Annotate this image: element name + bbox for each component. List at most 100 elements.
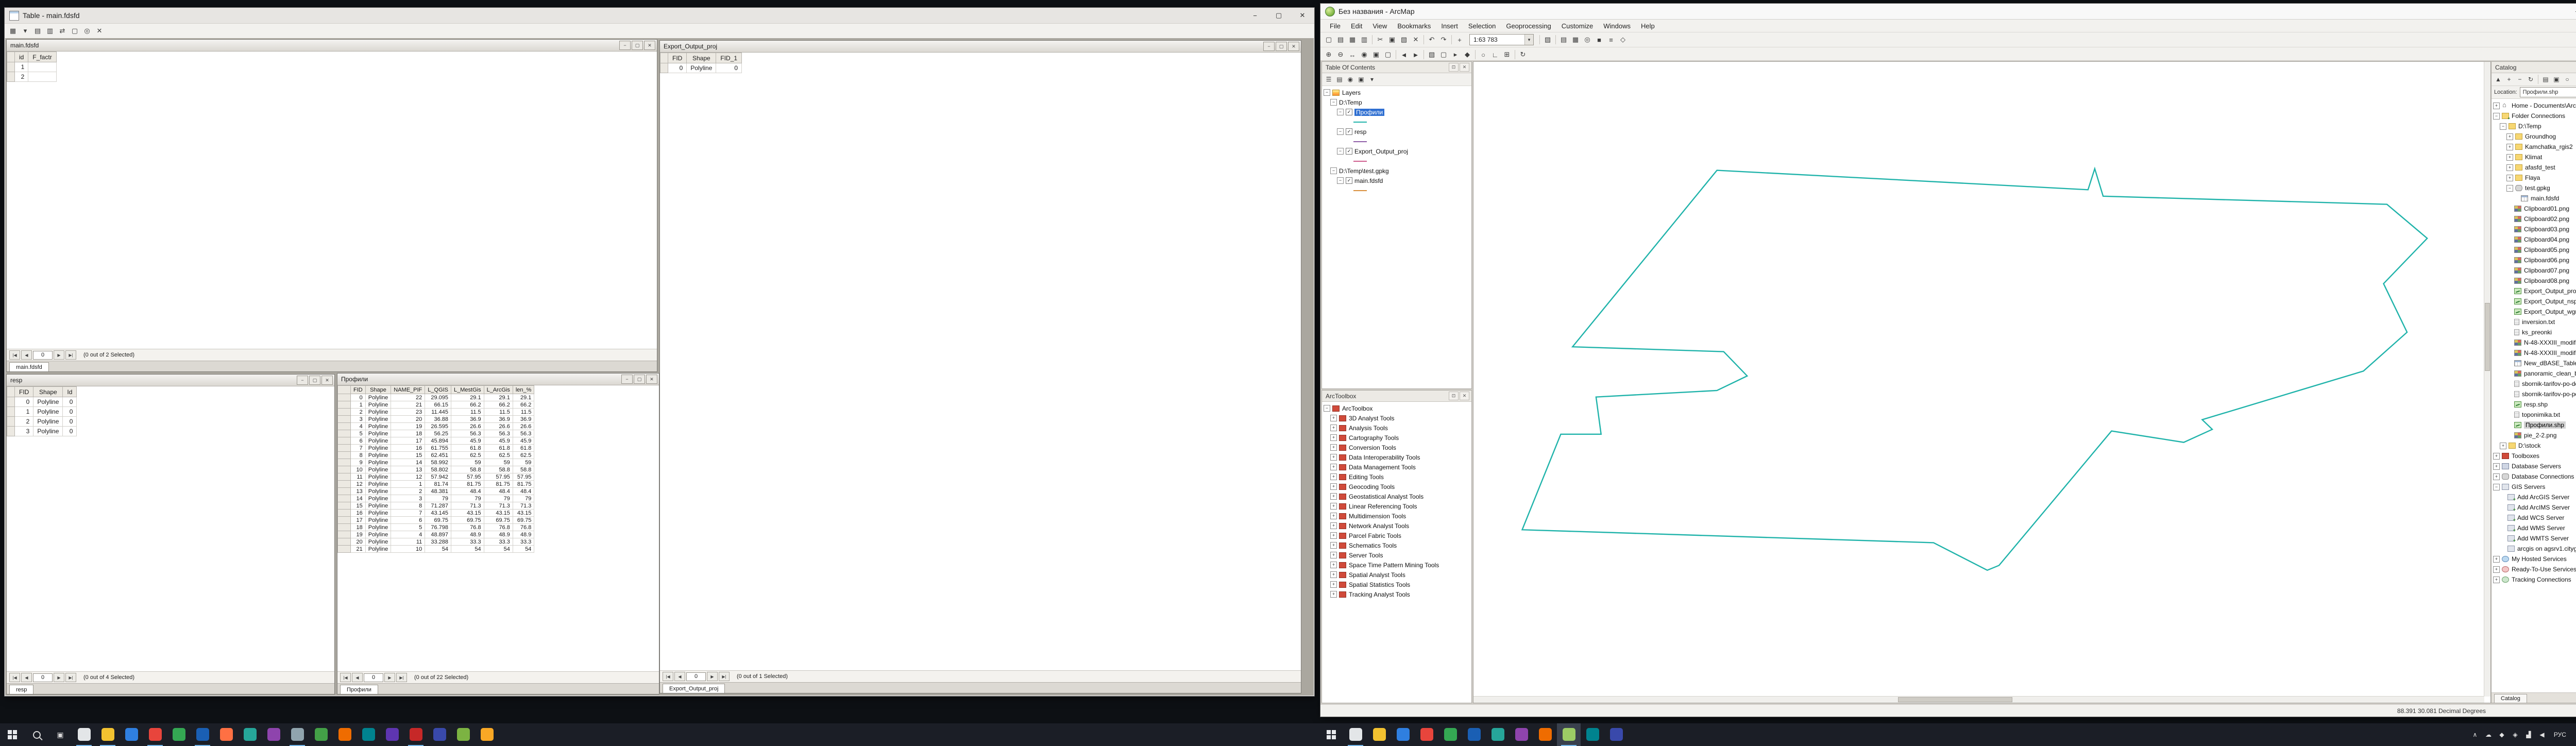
table-cell[interactable]: 7 <box>391 509 426 517</box>
tree-item[interactable]: Clipboard03.png <box>2492 224 2576 234</box>
tree-item[interactable]: − ✓ resp <box>1322 127 1471 137</box>
contents-view-button[interactable]: ▤ <box>2540 74 2551 84</box>
row-selector[interactable] <box>337 422 351 430</box>
pin-icon[interactable]: ⊡ <box>1449 392 1459 400</box>
table-cell[interactable]: 13 <box>391 466 426 473</box>
table-row[interactable]: 9 Polyline 14 58.992 59 59 59 <box>337 459 535 466</box>
table-cell[interactable]: 56.3 <box>483 430 513 437</box>
scrollbar-thumb[interactable] <box>2485 303 2490 371</box>
table-cell[interactable]: 58.8 <box>512 466 535 473</box>
expand-icon[interactable]: + <box>1330 513 1337 519</box>
table-cell[interactable]: 36.9 <box>451 415 484 423</box>
row-selector[interactable] <box>337 437 351 445</box>
table-cell[interactable]: 56.25 <box>425 430 452 437</box>
tree-item[interactable]: pie_2-2.png <box>2492 430 2576 440</box>
select-by-attributes-button[interactable]: ▥ <box>44 25 56 37</box>
tree-item[interactable]: − GIS Servers <box>2492 482 2576 492</box>
layer-visibility-checkbox[interactable]: ✓ <box>1346 109 1352 115</box>
table-cell[interactable]: 11 <box>391 538 426 546</box>
tree-item[interactable]: − D:\Temp <box>2492 121 2576 131</box>
table-cell[interactable]: 81.74 <box>425 480 452 488</box>
table-cell[interactable]: 61.8 <box>512 444 535 452</box>
list-by-source-button[interactable]: ▤ <box>1334 74 1345 84</box>
tree-item[interactable]: + Database Servers <box>2492 461 2576 471</box>
table-row[interactable]: 2 <box>7 72 57 82</box>
expand-icon[interactable]: + <box>1330 542 1337 549</box>
table-cell[interactable]: 14 <box>391 459 426 466</box>
menu-geoprocessing[interactable]: Geoprocessing <box>1501 22 1556 30</box>
layer-visibility-checkbox[interactable]: ✓ <box>1346 148 1352 155</box>
table-cell[interactable]: 62.5 <box>512 451 535 459</box>
table-cell[interactable]: 48.4 <box>483 487 513 495</box>
table-cell[interactable]: 76.8 <box>512 523 535 531</box>
close-icon[interactable]: ✕ <box>1460 63 1469 72</box>
previous-record-button[interactable]: ◀ <box>21 673 32 682</box>
tree-item[interactable]: − test.gpkg <box>2492 183 2576 193</box>
taskbar-app-icon[interactable] <box>191 723 214 746</box>
taskbar-app-icon[interactable] <box>1510 723 1533 746</box>
layer-visibility-checkbox[interactable]: ✓ <box>1346 128 1352 135</box>
tree-item[interactable]: + Spatial Statistics Tools <box>1322 580 1471 589</box>
taskbar-app-icon[interactable] <box>1581 723 1604 746</box>
tree-item[interactable]: Export_Output_nsp.shp <box>2492 296 2576 307</box>
table-cell[interactable]: Polyline <box>365 430 392 437</box>
tree-item[interactable]: Clipboard07.png <box>2492 265 2576 276</box>
table-cell[interactable]: Polyline <box>33 426 63 436</box>
save-button[interactable]: ▦ <box>1347 34 1358 45</box>
table-cell[interactable]: 18 <box>350 523 366 531</box>
tree-item[interactable]: sbornik-tarifov-po-potrebitelskim-kr... <box>2492 389 2576 399</box>
table-cell[interactable]: 29.095 <box>425 394 452 401</box>
table-row[interactable]: 13 Polyline 2 48.381 48.4 48.4 48.4 <box>337 487 535 495</box>
tree-item[interactable]: Clipboard06.png <box>2492 255 2576 265</box>
expand-icon[interactable]: + <box>1330 493 1337 500</box>
table-cell[interactable]: 79 <box>425 495 452 502</box>
table-child-export[interactable]: Export_Output_proj − ▢ ✕ FID Shape FID_1 0… <box>659 40 1301 693</box>
row-selector[interactable] <box>337 401 351 409</box>
tree-item[interactable]: + Network Analyst Tools <box>1322 521 1471 531</box>
table-tab[interactable]: Export_Output_proj <box>663 684 725 693</box>
minimize-button[interactable]: − <box>619 41 631 50</box>
print-button[interactable]: ▥ <box>1359 34 1370 45</box>
zoom-in-button[interactable]: ⊕ <box>1323 49 1334 60</box>
tree-item[interactable]: + Space Time Pattern Mining Tools <box>1322 560 1471 570</box>
table-row[interactable]: 4 Polyline 19 26.595 26.6 26.6 26.6 <box>337 422 535 430</box>
table-cell[interactable]: 76.8 <box>451 523 484 531</box>
row-selector[interactable] <box>337 480 351 488</box>
collapse-icon[interactable]: − <box>2506 184 2513 192</box>
previous-record-button[interactable]: ◀ <box>352 673 363 682</box>
row-selector[interactable] <box>337 523 351 531</box>
expand-icon[interactable]: + <box>1330 552 1337 558</box>
expand-icon[interactable]: + <box>2493 463 2500 470</box>
last-record-button[interactable]: ▶| <box>396 673 407 682</box>
zoom-out-button[interactable]: ⊖ <box>1335 49 1346 60</box>
tree-item[interactable] <box>1322 117 1471 127</box>
table-cell[interactable]: 2 <box>14 72 29 82</box>
table-cell[interactable]: 1 <box>14 62 29 72</box>
table-cell[interactable]: 0 <box>62 397 77 407</box>
tree-item[interactable]: + Spatial Analyst Tools <box>1322 570 1471 580</box>
table-cell[interactable]: 26.6 <box>451 422 484 430</box>
table-cell[interactable]: 69.75 <box>512 516 535 524</box>
expand-icon[interactable]: + <box>1330 415 1337 421</box>
row-selector[interactable] <box>337 502 351 510</box>
close-button[interactable]: ✕ <box>1288 42 1299 51</box>
table-cell[interactable]: 29.1 <box>483 394 513 401</box>
table-cell[interactable]: 1 <box>391 480 426 488</box>
next-record-button[interactable]: ▶ <box>54 350 64 360</box>
expand-icon[interactable]: + <box>2506 133 2513 140</box>
menu-edit[interactable]: Edit <box>1346 22 1367 30</box>
record-number-field[interactable]: 0 <box>686 672 706 681</box>
table-cell[interactable]: Polyline <box>365 502 392 510</box>
table-cell[interactable]: 43.15 <box>451 509 484 517</box>
record-number-field[interactable]: 0 <box>33 673 53 682</box>
tree-item[interactable]: − D:\Temp\test.gpkg <box>1322 166 1471 176</box>
column-header[interactable]: Shape <box>365 385 392 394</box>
table-row[interactable]: 1 <box>7 62 57 72</box>
select-elements-button[interactable]: ▸ <box>1450 49 1461 60</box>
tree-item[interactable]: − Folder Connections <box>2492 111 2576 121</box>
tree-item[interactable]: Clipboard05.png <box>2492 245 2576 255</box>
tree-item[interactable]: Export_Output_proj.shp <box>2492 286 2576 296</box>
table-cell[interactable]: 43.145 <box>425 509 452 517</box>
search-window-button[interactable]: ◎ <box>1582 34 1593 45</box>
tree-item[interactable]: − Layers <box>1322 88 1471 97</box>
